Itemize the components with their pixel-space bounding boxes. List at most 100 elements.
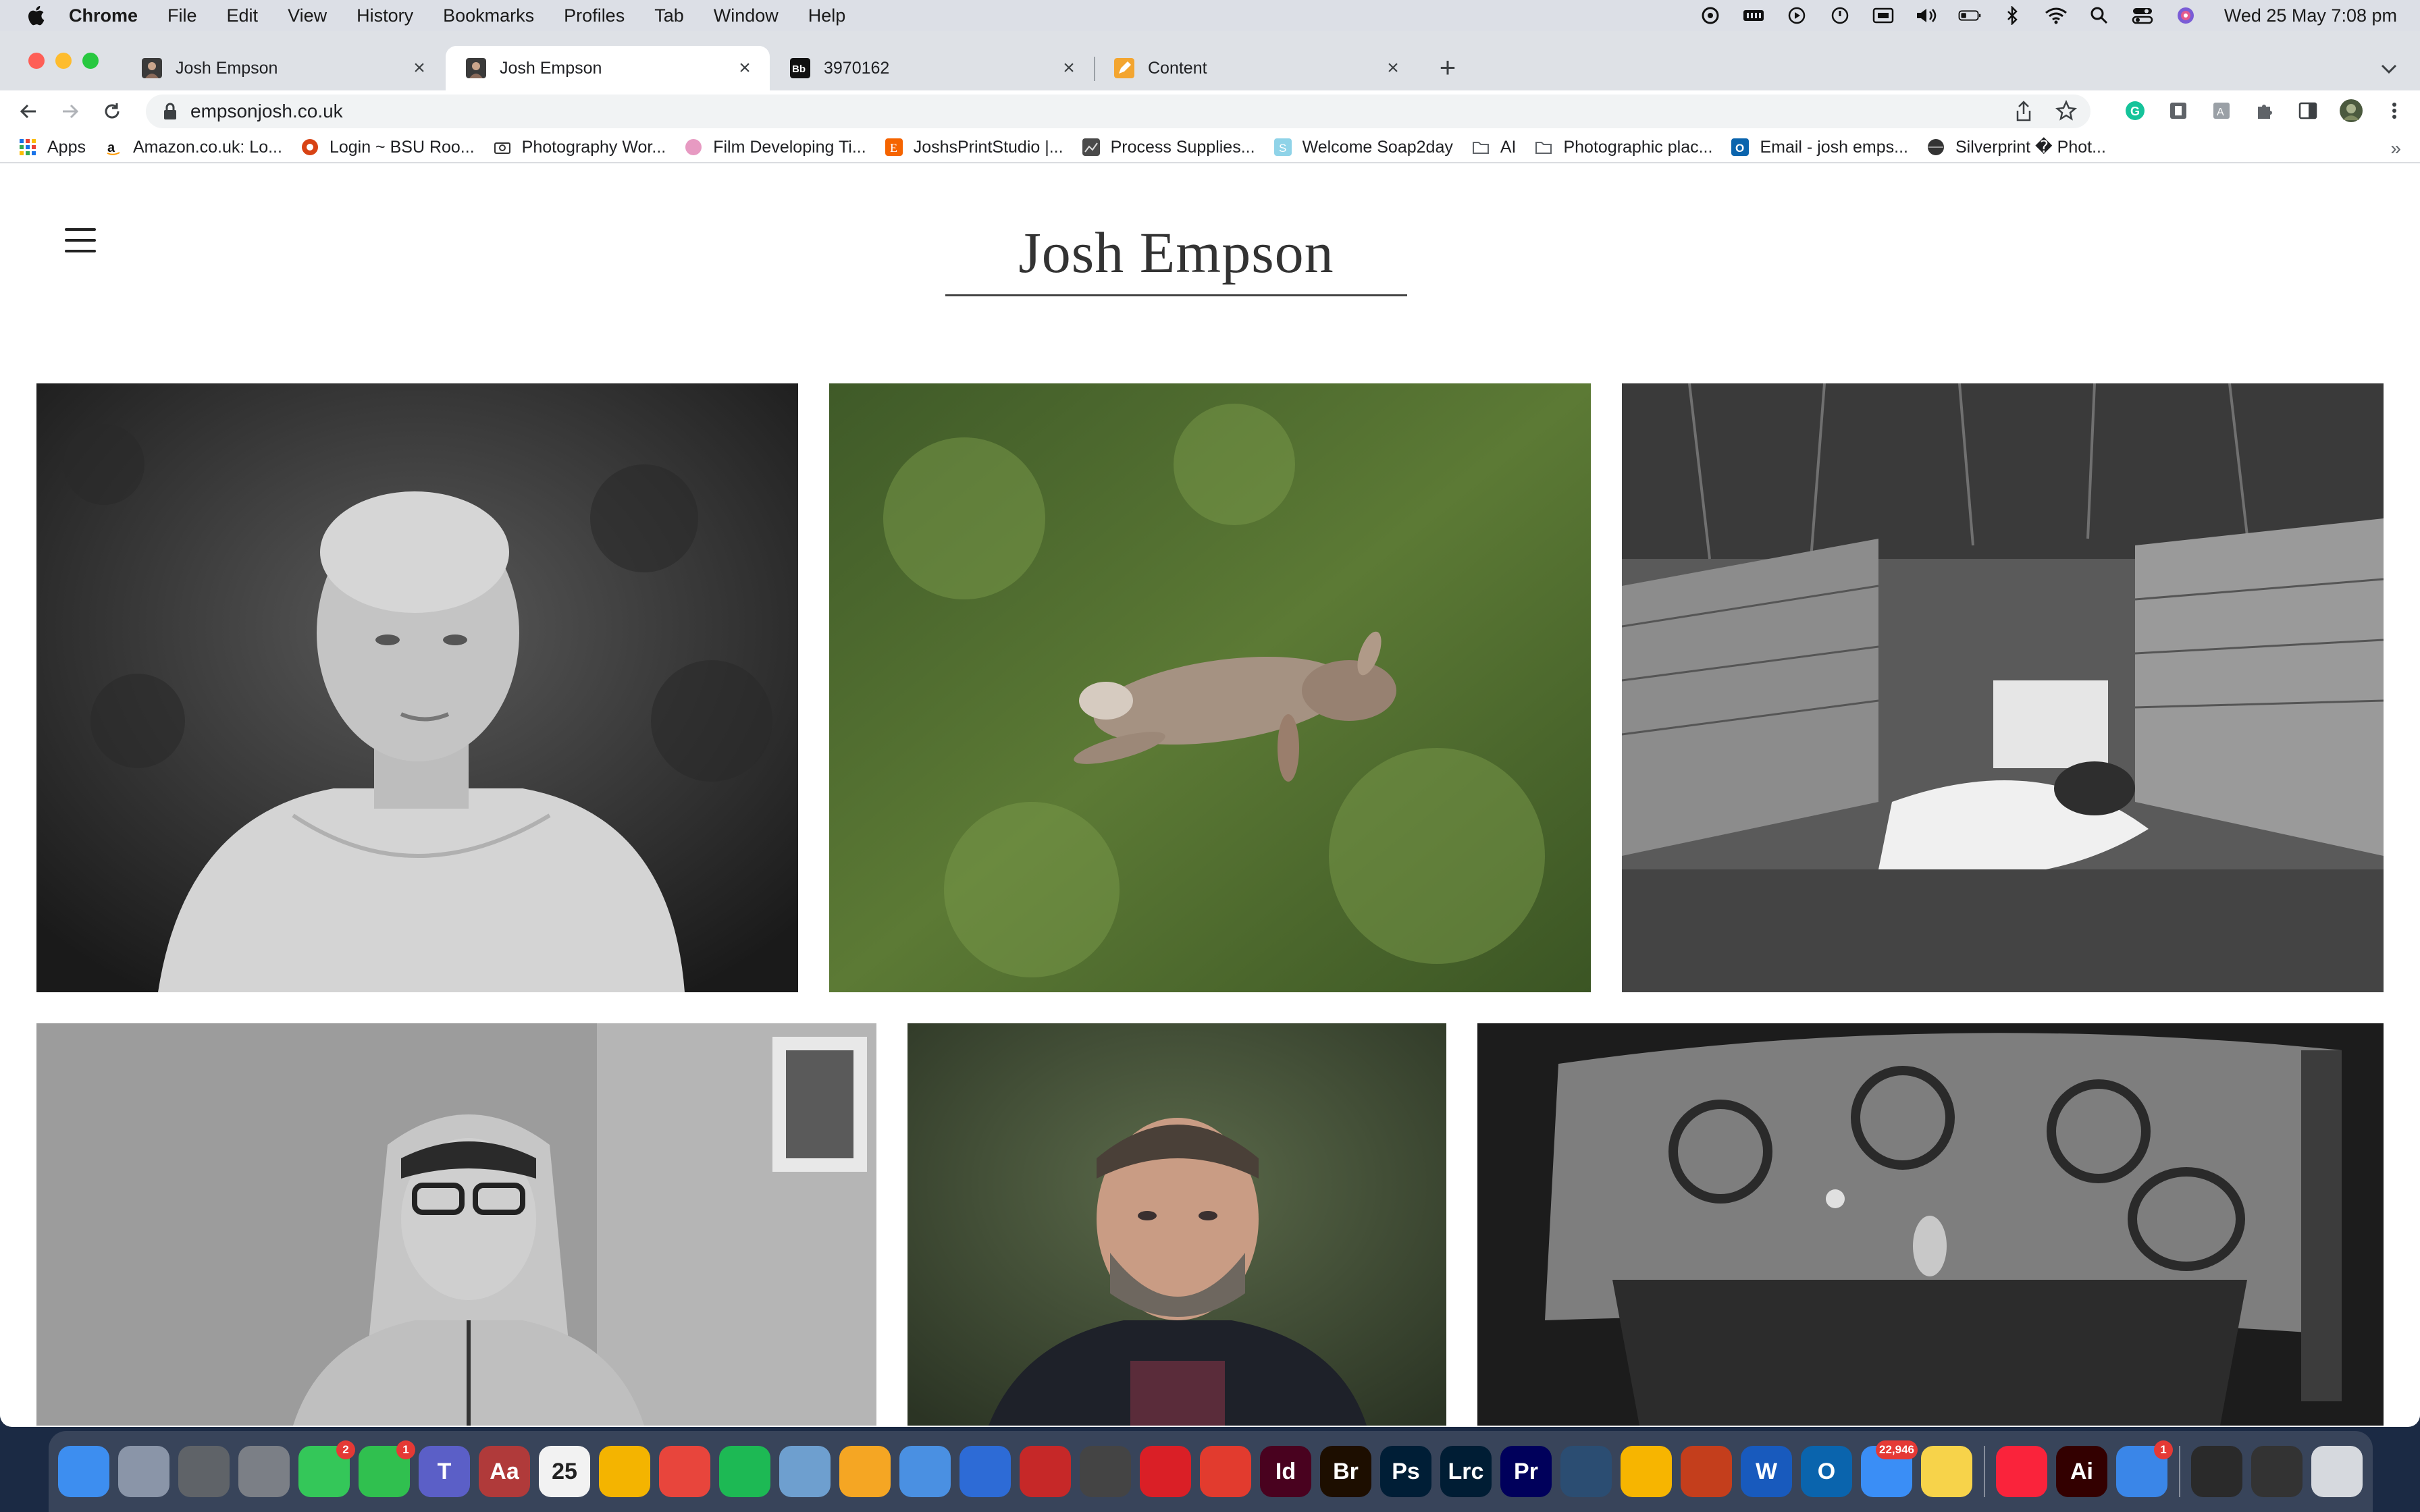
play-status-icon[interactable]	[1785, 6, 1808, 25]
photo-young-man-hoodie[interactable]	[36, 1023, 876, 1426]
tab-close-icon[interactable]: ×	[1057, 57, 1080, 80]
dock-system-preferences-icon[interactable]	[238, 1446, 290, 1497]
creative-cloud-status-icon[interactable]	[1699, 6, 1722, 25]
dock-creative-cloud-icon[interactable]	[1140, 1446, 1191, 1497]
more-menu-icon[interactable]	[2382, 99, 2406, 123]
close-window-button[interactable]	[28, 53, 45, 69]
wifi-icon[interactable]	[2045, 6, 2068, 25]
dock-preview-icon[interactable]	[779, 1446, 831, 1497]
dock-notes-icon[interactable]	[1921, 1446, 1972, 1497]
grammarly-extension-icon[interactable]: G	[2123, 99, 2147, 123]
share-icon[interactable]	[2014, 100, 2034, 126]
new-tab-plus-icon[interactable]: +	[1434, 51, 1461, 83]
tab-content[interactable]: Content ×	[1094, 46, 1418, 90]
dock-mail-icon[interactable]: 22,946	[1861, 1440, 1918, 1497]
lock-icon[interactable]	[162, 102, 178, 121]
forward-arrow-icon[interactable]	[57, 98, 84, 125]
memory-status-icon[interactable]	[1742, 6, 1765, 25]
menu-help[interactable]: Help	[808, 5, 846, 26]
bookmarks-overflow-chevron-icon[interactable]: »	[2390, 138, 2401, 159]
dock-word-icon[interactable]: W	[1741, 1446, 1792, 1497]
clock[interactable]: Wed 25 May 7:08 pm	[2224, 5, 2397, 26]
dock-messages-icon[interactable]: 2	[298, 1440, 355, 1497]
tab-close-icon[interactable]: ×	[408, 57, 431, 80]
menu-history[interactable]: History	[357, 5, 413, 26]
battery-icon[interactable]	[1958, 6, 1981, 25]
dock-calculator-icon[interactable]	[178, 1446, 230, 1497]
side-panel-icon[interactable]	[2296, 99, 2320, 123]
dock-network-app-icon[interactable]: 1	[2116, 1440, 2173, 1497]
extension-translate-icon[interactable]: A	[2209, 99, 2234, 123]
extensions-puzzle-icon[interactable]	[2253, 99, 2277, 123]
tab-3970162[interactable]: Bb 3970162 ×	[770, 46, 1094, 90]
tab-search-chevron-icon[interactable]	[2378, 58, 2400, 80]
bookmark-soap2day[interactable]: S Welcome Soap2day	[1273, 138, 1453, 157]
siri-icon[interactable]	[2174, 6, 2197, 25]
control-center-icon[interactable]	[2131, 6, 2154, 25]
dock-quicktime-icon[interactable]	[1560, 1446, 1612, 1497]
dock-image-capture-icon[interactable]	[959, 1446, 1011, 1497]
dock-calendar-icon[interactable]: 25	[539, 1446, 590, 1497]
menu-bookmarks[interactable]: Bookmarks	[443, 5, 534, 26]
dock-photo-booth-icon[interactable]	[1020, 1446, 1071, 1497]
tab-close-icon[interactable]: ×	[733, 57, 756, 80]
dock-lightroom-classic-icon[interactable]: Lrc	[1440, 1446, 1492, 1497]
dock-recent-stack-icon[interactable]	[2251, 1446, 2303, 1497]
bookmark-folder-ai[interactable]: AI	[1472, 138, 1516, 157]
bookmark-photography[interactable]: Photography Wor...	[494, 138, 666, 157]
bookmark-amazon[interactable]: a Amazon.co.uk: Lo...	[105, 138, 282, 157]
minimize-window-button[interactable]	[55, 53, 72, 69]
dock-indesign-icon[interactable]: Id	[1260, 1446, 1311, 1497]
dock-photos-icon[interactable]	[839, 1446, 891, 1497]
dock-aperture-icon[interactable]	[1080, 1446, 1131, 1497]
tab-close-icon[interactable]: ×	[1382, 57, 1404, 80]
bookmark-email[interactable]: O Email - josh emps...	[1731, 138, 1908, 157]
menu-profiles[interactable]: Profiles	[564, 5, 625, 26]
photo-abstract-darkroom-print[interactable]	[1477, 1023, 2384, 1426]
reload-icon[interactable]	[99, 98, 126, 125]
dock-photoshop-icon[interactable]: Ps	[1380, 1446, 1431, 1497]
photo-woman-portrait[interactable]	[36, 383, 798, 992]
photo-waterfall-stone-walls[interactable]	[1622, 383, 2384, 992]
site-title[interactable]: Josh Empson	[945, 219, 1407, 286]
dock-teams-icon[interactable]: T	[419, 1446, 470, 1497]
hamburger-menu-icon[interactable]	[65, 228, 96, 252]
dock-illustrator-icon[interactable]: Ai	[2056, 1446, 2107, 1497]
volume-icon[interactable]	[1915, 6, 1938, 25]
menu-edit[interactable]: Edit	[227, 5, 259, 26]
address-bar[interactable]: empsonjosh.co.uk	[146, 94, 2090, 128]
dock-spotify-icon[interactable]	[719, 1446, 770, 1497]
dock-powerpoint-icon[interactable]	[1681, 1446, 1732, 1497]
dock-music-icon[interactable]	[1996, 1446, 2047, 1497]
menu-file[interactable]: File	[167, 5, 197, 26]
bookmark-process-supplies[interactable]: Process Supplies...	[1082, 138, 1255, 157]
display-status-icon[interactable]	[1872, 6, 1895, 25]
bookmark-film-developing[interactable]: Film Developing Ti...	[685, 138, 866, 157]
tab-josh-empson-2-active[interactable]: Josh Empson ×	[446, 46, 770, 90]
dock-trash-icon[interactable]	[2311, 1446, 2363, 1497]
bookmark-silverprint[interactable]: Silverprint � Phot...	[1927, 137, 2106, 157]
dock-google-drive-icon[interactable]	[599, 1446, 650, 1497]
tab-josh-empson-1[interactable]: Josh Empson ×	[122, 46, 444, 90]
dock-acrobat-icon[interactable]	[1200, 1446, 1251, 1497]
dock-sketch-icon[interactable]	[1621, 1446, 1672, 1497]
menu-view[interactable]: View	[288, 5, 327, 26]
extension-box-icon[interactable]	[2166, 99, 2190, 123]
dock-weather-icon[interactable]	[899, 1446, 951, 1497]
dock-bridge-icon[interactable]: Br	[1320, 1446, 1371, 1497]
spotlight-search-icon[interactable]	[2088, 6, 2111, 25]
zoom-window-button[interactable]	[82, 53, 99, 69]
menu-app-chrome[interactable]: Chrome	[69, 5, 138, 26]
bookmark-star-icon[interactable]	[2055, 99, 2077, 126]
timer-status-icon[interactable]	[1829, 6, 1851, 25]
dock-chrome-icon[interactable]	[659, 1446, 710, 1497]
menu-tab[interactable]: Tab	[654, 5, 684, 26]
bookmark-apps[interactable]: Apps	[19, 138, 86, 157]
bookmark-folder-photographic[interactable]: Photographic plac...	[1535, 138, 1712, 157]
bookmark-printstudio[interactable]: E JoshsPrintStudio |...	[885, 138, 1063, 157]
dock-facetime-icon[interactable]: 1	[359, 1440, 415, 1497]
menu-window[interactable]: Window	[714, 5, 779, 26]
apple-icon[interactable]	[26, 4, 49, 27]
dock-dictionary-icon[interactable]: Aa	[479, 1446, 530, 1497]
dock-outlook-icon[interactable]: O	[1801, 1446, 1852, 1497]
